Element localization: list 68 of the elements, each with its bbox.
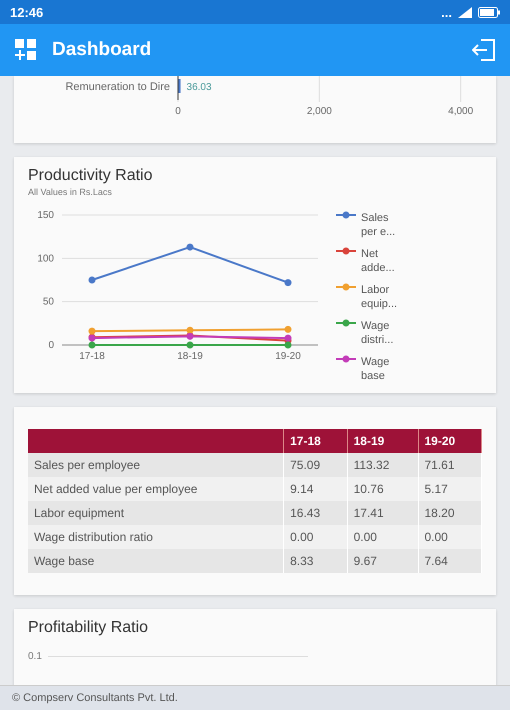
signal-icon [458, 6, 472, 18]
point [88, 276, 96, 284]
data-label: 36.03 [186, 82, 212, 93]
legend-marker-icon [336, 247, 356, 255]
axis-tick-label: 17-18 [79, 351, 105, 362]
point [88, 328, 96, 335]
card-title: Productivity Ratio [28, 167, 154, 185]
footer-text: © Compserv Consultants Pvt. Ltd. [0, 685, 510, 710]
axis-tick-label: 50 [42, 296, 54, 308]
legend-label: Labor equip... [361, 283, 398, 311]
legend-marker-icon [336, 283, 356, 291]
axis-tick-label: 19-20 [275, 351, 301, 362]
bar [178, 79, 181, 93]
table-cell: Wage distribution ratio [28, 525, 284, 549]
table-cell: 9.67 [347, 549, 418, 573]
table-cell: 18.20 [418, 501, 482, 525]
card-title: Profitability Ratio [28, 619, 150, 637]
axis-tick-label: 18-19 [177, 351, 203, 362]
table-cell: 8.33 [284, 549, 348, 573]
table-cell: 10.76 [347, 477, 418, 501]
table-cell: Labor equipment [28, 501, 284, 525]
legend-label: Net adde... [361, 247, 396, 275]
table-cell: 0.00 [347, 525, 418, 549]
point [284, 279, 292, 286]
card-subtitle: All Values in Rs.Lacs [28, 187, 113, 197]
axis-tick-label: 4,000 [448, 106, 474, 117]
table-cell: 75.09 [284, 453, 348, 477]
table-cell: 0.00 [418, 525, 482, 549]
axis-tick-label: 2,000 [306, 106, 332, 117]
point [186, 342, 194, 348]
legend-label: Sales per e... [361, 211, 396, 239]
legend-label: Wage base [361, 355, 390, 383]
point [284, 334, 292, 342]
point [186, 244, 194, 251]
battery-icon [478, 6, 500, 18]
table-cell: 9.14 [284, 477, 348, 501]
table-cell: 0.00 [284, 525, 348, 549]
point [88, 342, 96, 348]
axis-tick-label: 0 [48, 340, 54, 351]
table-cell: 7.64 [418, 549, 482, 573]
table-cell: Wage base [28, 549, 284, 573]
app-title: Dashboard [52, 39, 152, 61]
status-overflow: ... [441, 4, 452, 20]
logout-icon[interactable] [472, 39, 496, 61]
table-cell: Net added value per employee [28, 477, 284, 501]
table-header-cell: 17-18 [284, 429, 348, 453]
status-time: 12:46 [10, 4, 44, 20]
table-cell: 5.17 [418, 477, 482, 501]
add-widget-icon[interactable] [14, 38, 38, 62]
table-cell: 71.61 [418, 453, 482, 477]
point [284, 342, 292, 348]
legend-marker-icon [336, 319, 356, 327]
axis-tick-label: 0 [175, 106, 181, 117]
point [186, 326, 194, 334]
table-cell: Sales per employee [28, 453, 284, 477]
axis-tick-label: 0.1 [28, 651, 42, 662]
point [284, 326, 292, 333]
axis-tick-label: 100 [37, 253, 54, 264]
table-header-cell: 19-20 [418, 429, 482, 453]
category-label: Remuneration to Dire [65, 81, 170, 93]
table-cell: 113.32 [347, 453, 418, 477]
legend-marker-icon [336, 355, 356, 363]
table-cell: 16.43 [284, 501, 348, 525]
table-cell: 17.41 [347, 501, 418, 525]
table-header-cell: 18-19 [347, 429, 418, 453]
axis-tick-label: 150 [37, 210, 54, 221]
legend-label: Wage distri... [361, 319, 394, 347]
legend-marker-icon [336, 211, 356, 219]
